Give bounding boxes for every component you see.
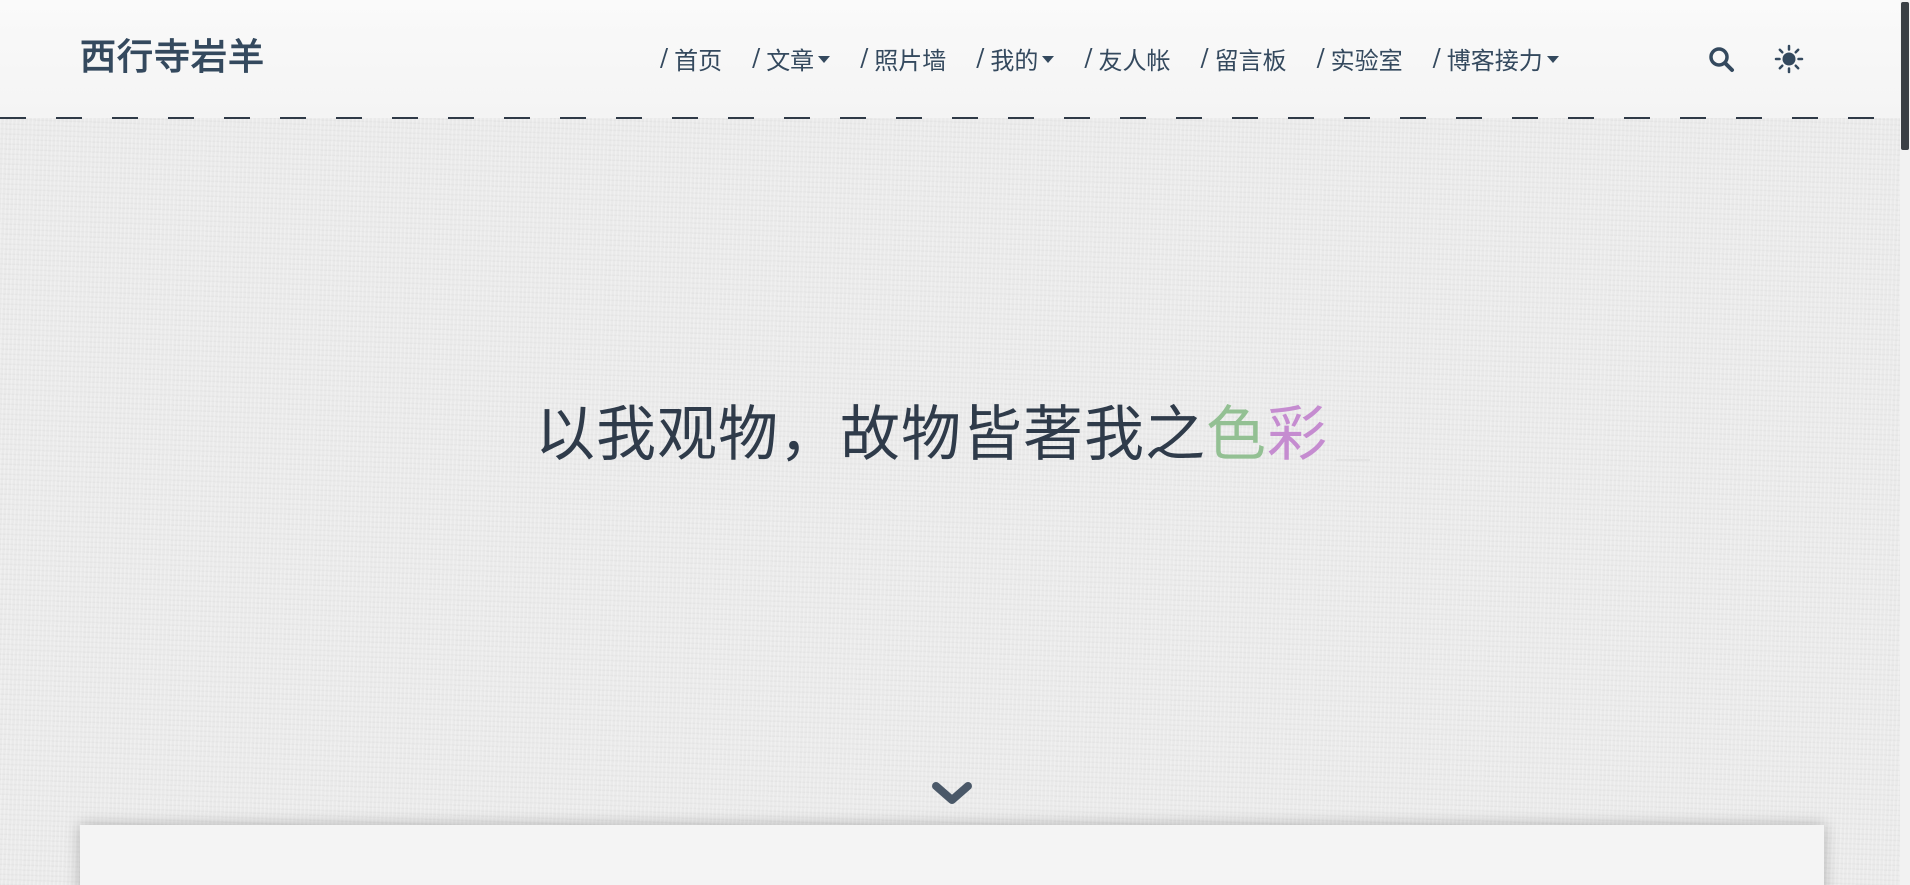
nav-separator: / bbox=[1316, 44, 1325, 72]
page: 西行寺岩羊 / 首页 / 文章 / 照片墙 / 我的 / 友人帐 / 留言板 /… bbox=[0, 0, 1910, 885]
caret-down-icon bbox=[1042, 55, 1055, 63]
nav-item-label: 博客接力 bbox=[1446, 46, 1543, 75]
hero-text-main: 以我观物，故物皆著我之 bbox=[535, 400, 1206, 470]
nav-item-guestbook[interactable]: / 留言板 bbox=[1200, 41, 1286, 76]
site-brand[interactable]: 西行寺岩羊 bbox=[80, 34, 265, 80]
nav-separator: / bbox=[752, 44, 761, 72]
hero-text-purple: 彩 bbox=[1267, 400, 1328, 470]
nav-item-lab[interactable]: / 实验室 bbox=[1317, 41, 1403, 76]
nav-item-friends[interactable]: / 友人帐 bbox=[1084, 41, 1170, 76]
scrollbar[interactable] bbox=[1900, 0, 1910, 885]
nav-item-blog-relay[interactable]: / 博客接力 bbox=[1433, 41, 1559, 76]
nav-item-label: 文章 bbox=[766, 46, 815, 75]
scrollbar-thumb[interactable] bbox=[1901, 2, 1909, 150]
nav-separator: / bbox=[1200, 44, 1209, 72]
nav-item-home[interactable]: / 首页 bbox=[660, 41, 722, 76]
caret-down-icon bbox=[818, 55, 831, 63]
nav-item-label: 留言板 bbox=[1214, 46, 1287, 75]
nav-separator: / bbox=[860, 44, 869, 72]
caret-down-icon bbox=[1546, 55, 1559, 63]
header-dashed-divider bbox=[0, 117, 1900, 119]
nav-item-label: 首页 bbox=[674, 46, 723, 75]
hero-tagline: 以我观物，故物皆著我之色彩 bbox=[535, 395, 1370, 475]
main-nav: / 首页 / 文章 / 照片墙 / 我的 / 友人帐 / 留言板 / 实验室 /… bbox=[660, 38, 1559, 78]
nav-item-articles[interactable]: / 文章 bbox=[752, 41, 831, 76]
typing-cursor bbox=[1336, 459, 1370, 461]
sun-icon[interactable] bbox=[1774, 44, 1804, 74]
nav-separator: / bbox=[660, 44, 669, 72]
content-card bbox=[80, 825, 1824, 885]
nav-separator: / bbox=[1432, 44, 1441, 72]
nav-separator: / bbox=[976, 44, 985, 72]
nav-item-label: 友人帐 bbox=[1098, 46, 1171, 75]
site-header: 西行寺岩羊 / 首页 / 文章 / 照片墙 / 我的 / 友人帐 / 留言板 /… bbox=[0, 0, 1900, 118]
nav-item-label: 实验室 bbox=[1330, 46, 1403, 75]
search-icon[interactable] bbox=[1706, 44, 1736, 74]
chevron-down-icon[interactable] bbox=[930, 778, 974, 808]
nav-item-mine[interactable]: / 我的 bbox=[976, 41, 1055, 76]
hero-text-green: 色 bbox=[1206, 400, 1267, 470]
nav-item-label: 照片墙 bbox=[874, 46, 947, 75]
nav-item-label: 我的 bbox=[990, 46, 1039, 75]
nav-item-photo-wall[interactable]: / 照片墙 bbox=[860, 41, 946, 76]
nav-separator: / bbox=[1084, 44, 1093, 72]
